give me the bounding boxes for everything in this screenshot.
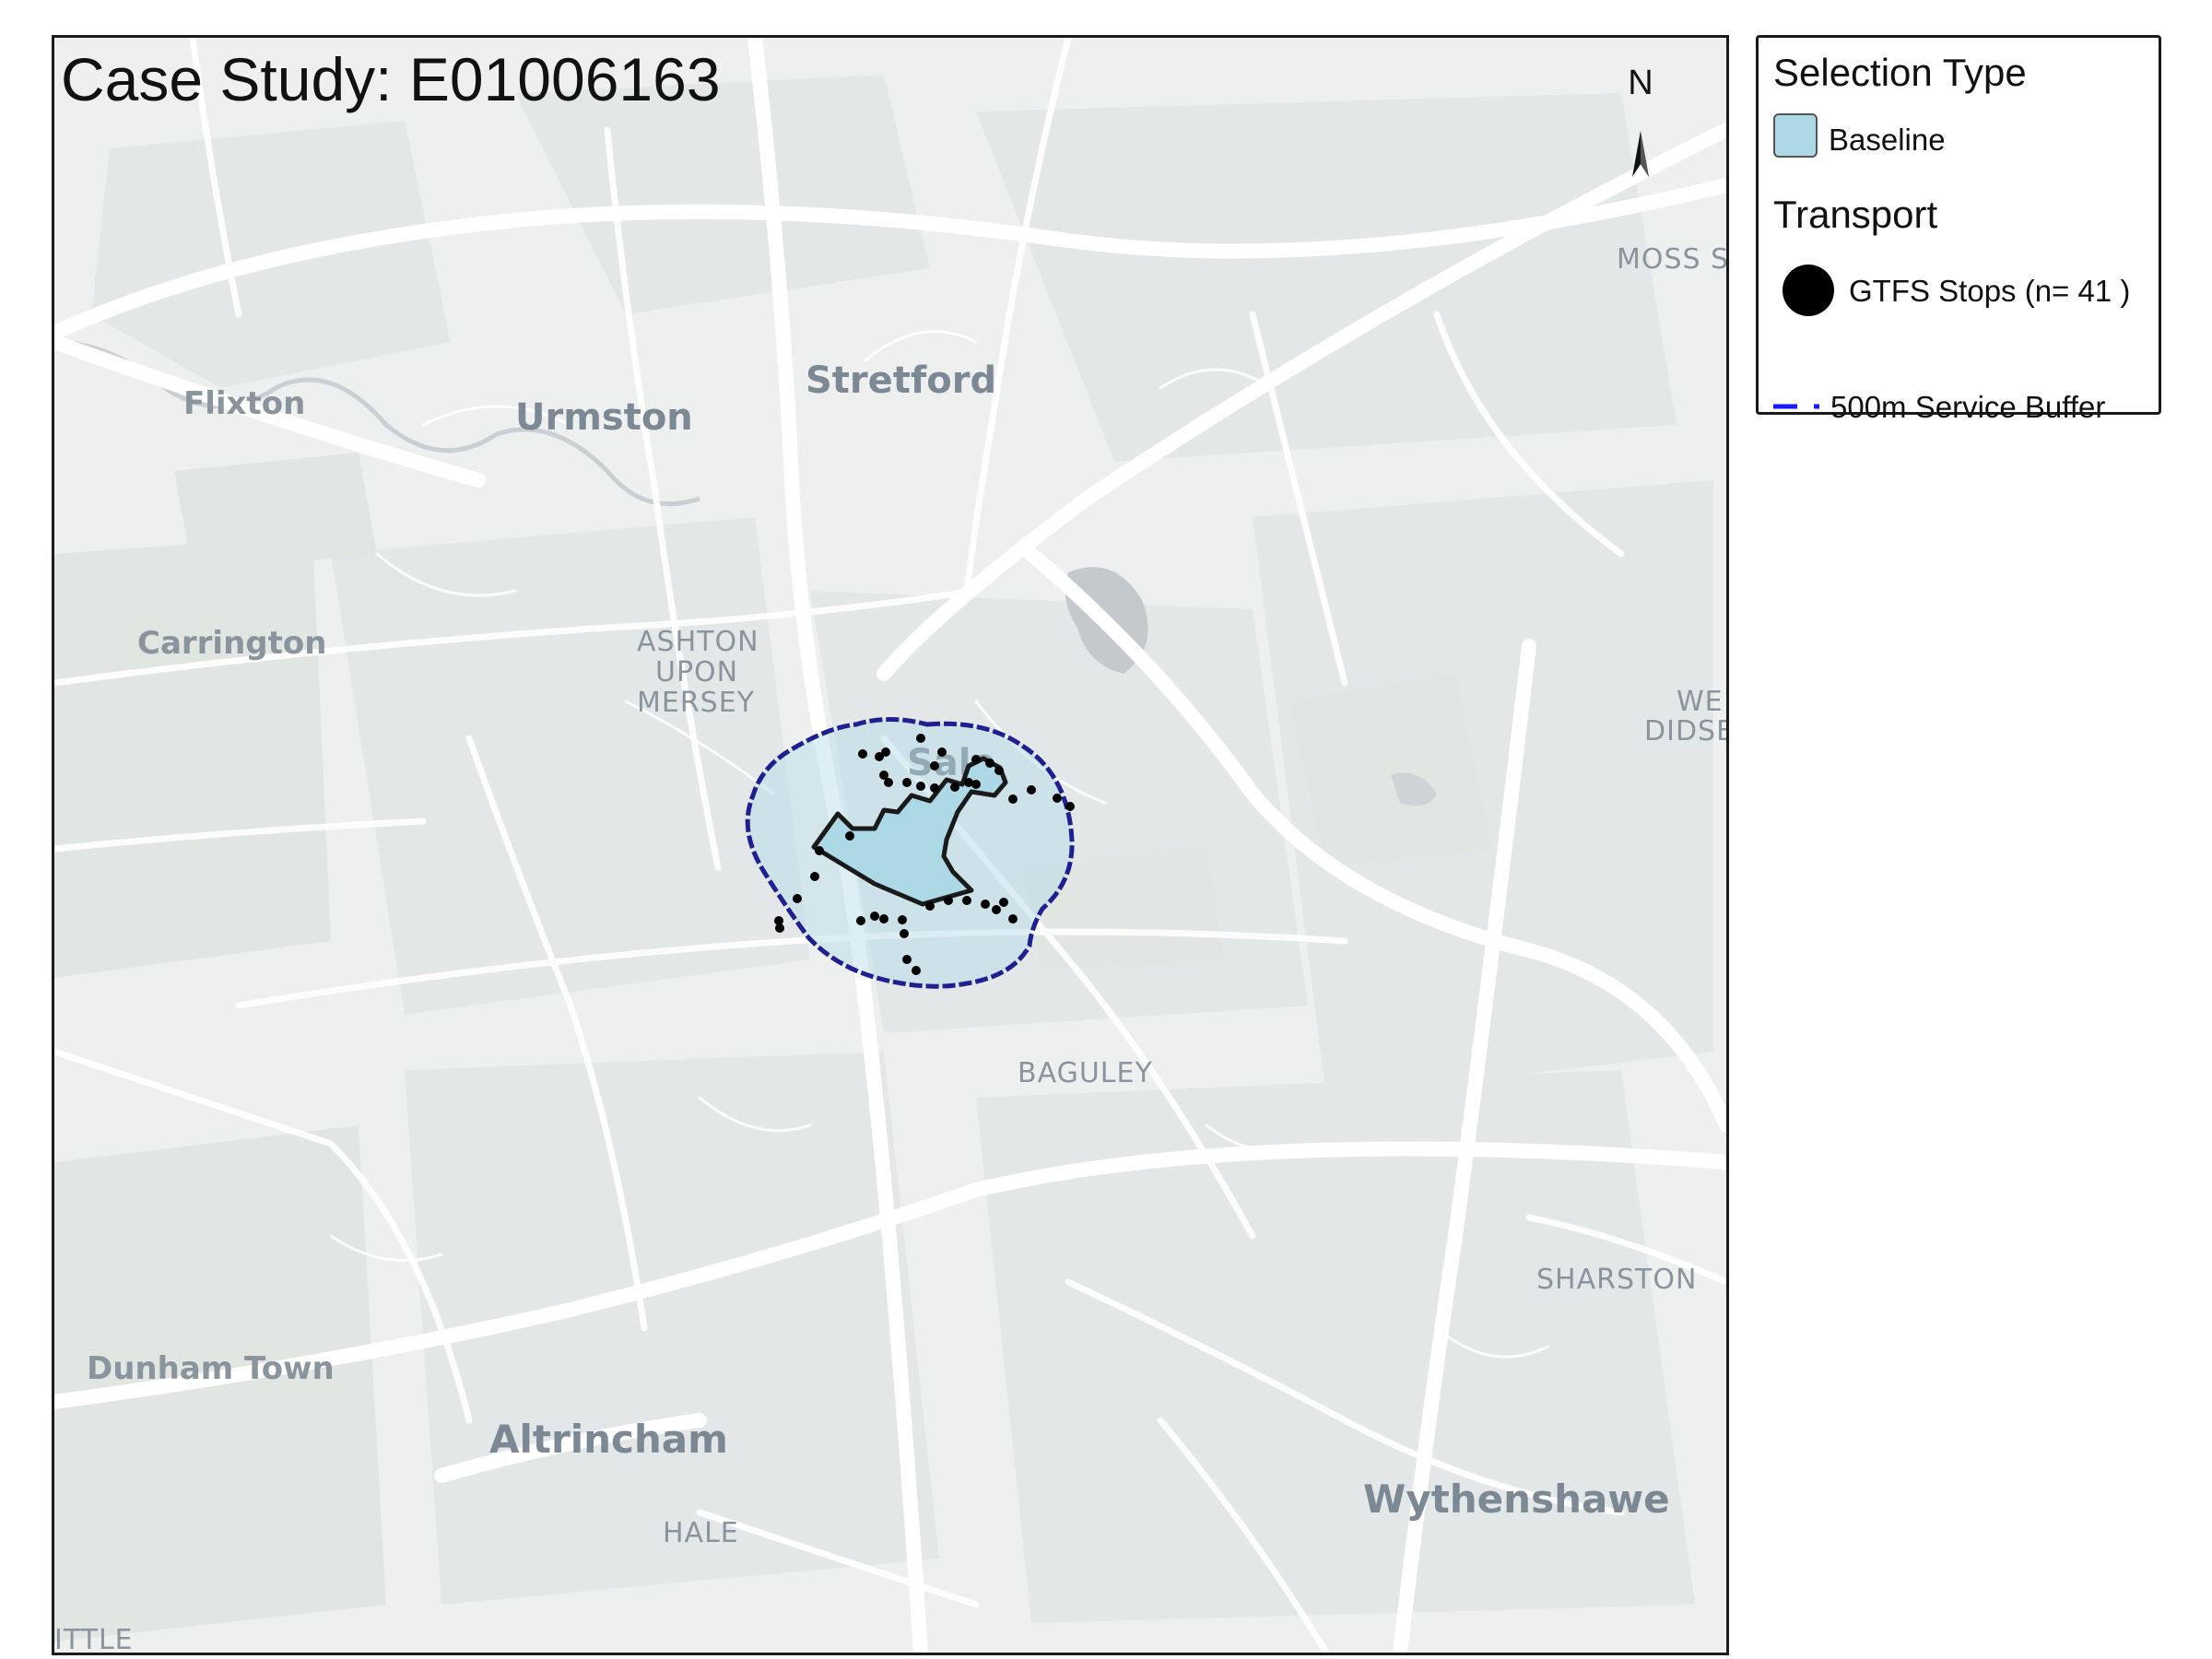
legend: Selection Type Baseline Transport GTFS S…: [1756, 35, 2161, 424]
label-urmston: Urmston: [515, 396, 693, 439]
label-flixton: Flixton: [183, 385, 305, 422]
label-stretford: Stretford: [806, 359, 996, 402]
map-title: Case Study: E01006163: [61, 45, 721, 113]
label-baguley: BAGULEY: [1018, 1057, 1153, 1089]
gtfs-stop-icon: [1783, 265, 1834, 316]
label-wythenshawe: Wythenshawe: [1363, 1477, 1670, 1522]
label-west-didsbury-2: DIDSB: [1644, 715, 1726, 747]
label-sharston: SHARSTON: [1536, 1264, 1697, 1296]
label-carrington: Carrington: [137, 625, 326, 662]
buffer-line-icon: [1773, 404, 1819, 409]
label-ashton-3: MERSEY: [637, 687, 755, 719]
legend-baseline-label: Baseline: [1829, 123, 1946, 157]
legend-transport-heading: Transport: [1773, 193, 1938, 236]
map-canvas[interactable]: Flixton Urmston Stretford MOSS S Carring…: [52, 35, 1729, 1655]
label-altrincham: Altrincham: [489, 1417, 728, 1462]
label-dunham-town: Dunham Town: [87, 1350, 335, 1387]
baseline-swatch-icon: [1773, 113, 1818, 158]
north-label: N: [1628, 64, 1653, 102]
label-ashton-2: UPON: [655, 656, 738, 688]
label-west-didsbury-1: WE: [1677, 686, 1724, 718]
basemap: Flixton Urmston Stretford MOSS S Carring…: [54, 38, 1726, 1653]
label-moss-side: MOSS S: [1617, 243, 1726, 276]
legend-selection-heading: Selection Type: [1773, 51, 2027, 94]
legend-buffer-label: 500m Service Buffer: [1830, 390, 2106, 424]
label-ashton-1: ASHTON: [637, 626, 759, 658]
north-arrow-icon: N: [1628, 64, 1653, 177]
label-little: ITTLE: [54, 1624, 134, 1653]
legend-stops-label: GTFS Stops (n= 41 ): [1849, 274, 2131, 308]
label-hale: HALE: [663, 1517, 739, 1549]
